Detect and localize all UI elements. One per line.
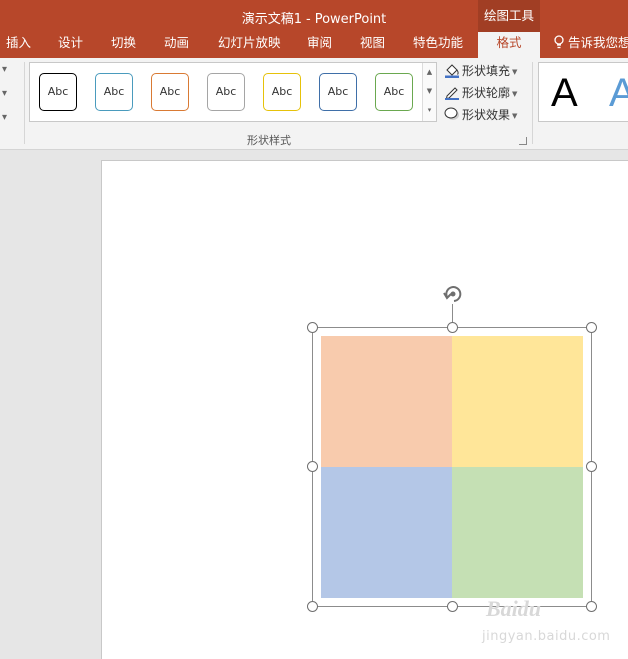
shape-style-preset[interactable]: Abc xyxy=(263,73,301,111)
effects-icon xyxy=(444,107,459,120)
shape-effects-button[interactable]: 形状效果 ▼ xyxy=(444,105,517,125)
previous-group-partial: ▾ ▾ ▾ xyxy=(0,58,22,150)
gallery-scroll-down-icon[interactable]: ▼ xyxy=(423,82,436,101)
shape-effects-label: 形状效果 xyxy=(462,108,511,122)
shape-style-preset[interactable]: Abc xyxy=(375,73,413,111)
dialog-launcher-icon[interactable] xyxy=(519,137,527,145)
wordart-styles-gallery: A A xyxy=(538,62,628,122)
shape-styles-gallery: Abc Abc Abc Abc Abc Abc Abc ▲ ▼ ▾ xyxy=(29,62,437,122)
wordart-style-preset[interactable]: A xyxy=(551,71,578,115)
wordart-style-preset[interactable]: A xyxy=(609,71,628,115)
title-bar: 演示文稿1- PowerPoint 绘图工具 xyxy=(0,0,628,32)
chevron-down-icon[interactable]: ▾ xyxy=(2,88,7,99)
watermark-logo-text: Baidu xyxy=(486,596,542,621)
group-divider xyxy=(24,62,25,144)
shape-outline-label: 形状轮廓 xyxy=(462,86,511,100)
baidu-watermark: Baidu jingyan.baidu.com xyxy=(478,596,611,652)
watermark-url-text: jingyan.baidu.com xyxy=(482,629,611,644)
resize-handle-bottom[interactable] xyxy=(447,601,458,612)
group-divider xyxy=(532,62,533,144)
lightbulb-icon xyxy=(554,35,564,49)
shape-style-preset[interactable]: Abc xyxy=(207,73,245,111)
tab-slideshow[interactable]: 幻灯片放映 xyxy=(218,32,281,58)
chevron-down-icon: ▼ xyxy=(512,68,518,76)
ribbon-panel: ▾ ▾ ▾ Abc Abc Abc Abc Abc Abc Abc ▲ ▼ ▾ … xyxy=(0,58,628,150)
app-name: PowerPoint xyxy=(314,12,387,27)
shape-outline-button[interactable]: 形状轮廓 ▼ xyxy=(444,83,517,103)
shape-style-preset[interactable]: Abc xyxy=(95,73,133,111)
paint-bucket-icon xyxy=(445,64,459,78)
tab-insert[interactable]: 插入 xyxy=(6,32,31,58)
tab-review[interactable]: 审阅 xyxy=(307,32,332,58)
chevron-down-icon[interactable]: ▾ xyxy=(2,64,7,75)
resize-handle-right[interactable] xyxy=(586,461,597,472)
rotate-icon[interactable] xyxy=(441,282,465,306)
shape-fill-button[interactable]: 形状填充 ▼ xyxy=(444,61,517,81)
ribbon-tab-bar: 插入 设计 切换 动画 幻灯片放映 审阅 视图 特色功能 格式 告诉我您想 xyxy=(0,32,628,58)
gallery-scrollbar: ▲ ▼ ▾ xyxy=(422,63,436,121)
pencil-outline-icon xyxy=(445,87,459,100)
shape-style-preset[interactable]: Abc xyxy=(39,73,77,111)
resize-handle-top[interactable] xyxy=(447,322,458,333)
tab-view[interactable]: 视图 xyxy=(360,32,385,58)
resize-handle-bottom-left[interactable] xyxy=(307,601,318,612)
tab-animations[interactable]: 动画 xyxy=(164,32,189,58)
gallery-scroll-up-icon[interactable]: ▲ xyxy=(423,63,436,82)
tab-design[interactable]: 设计 xyxy=(58,32,83,58)
resize-handle-left[interactable] xyxy=(307,461,318,472)
gallery-more-icon[interactable]: ▾ xyxy=(423,101,436,120)
drawing-tools-context-label: 绘图工具 xyxy=(478,0,540,32)
resize-handle-top-right[interactable] xyxy=(586,322,597,333)
tab-transitions[interactable]: 切换 xyxy=(111,32,136,58)
resize-handle-top-left[interactable] xyxy=(307,322,318,333)
title-separator: - xyxy=(305,12,311,27)
document-title: 演示文稿1 xyxy=(241,12,302,27)
shape-style-preset[interactable]: Abc xyxy=(151,73,189,111)
chevron-down-icon[interactable]: ▾ xyxy=(2,112,7,123)
chevron-down-icon: ▼ xyxy=(512,112,518,120)
selection-frame xyxy=(312,327,592,607)
tab-special-features[interactable]: 特色功能 xyxy=(413,32,463,58)
shape-style-preset[interactable]: Abc xyxy=(319,73,357,111)
shape-fill-label: 形状填充 xyxy=(462,64,511,78)
chevron-down-icon: ▼ xyxy=(512,90,518,98)
shape-styles-group-label: 形状样式 xyxy=(247,134,291,147)
tell-me-label: 告诉我您想 xyxy=(568,35,628,50)
tell-me-box[interactable]: 告诉我您想 xyxy=(553,32,628,58)
tab-format[interactable]: 格式 xyxy=(478,32,540,58)
